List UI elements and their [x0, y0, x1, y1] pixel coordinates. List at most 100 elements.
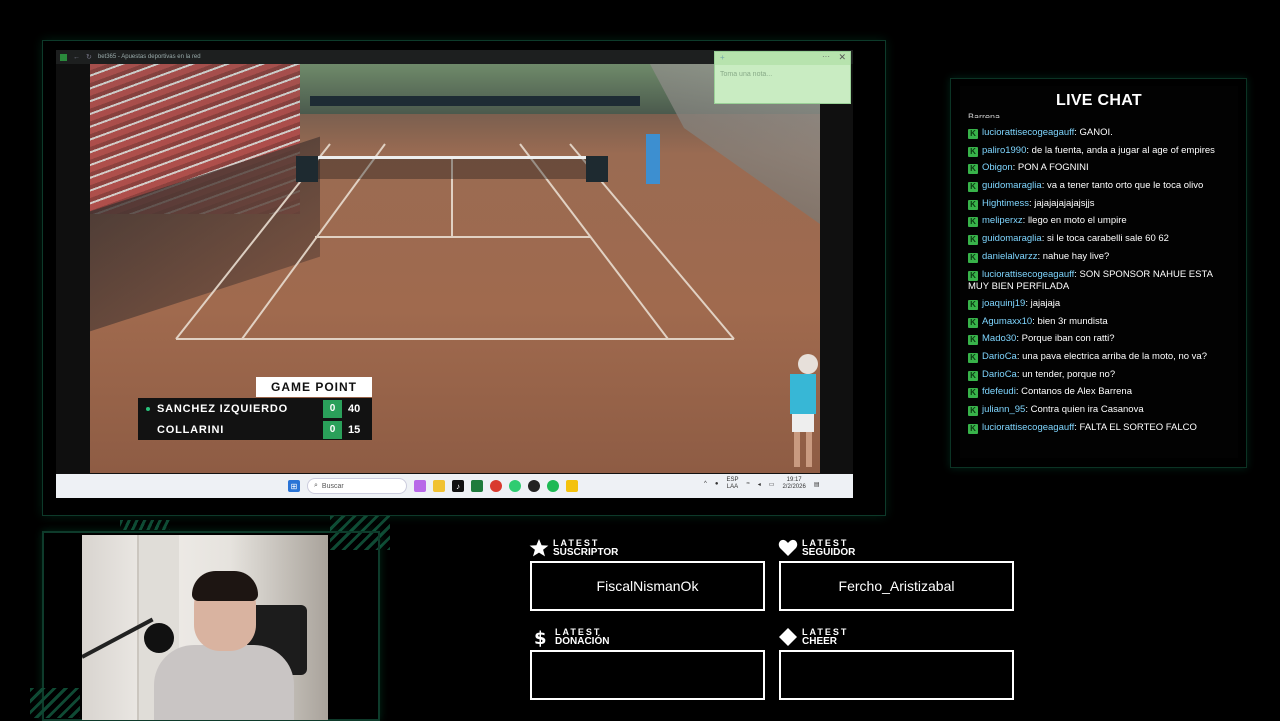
- bet365-icon[interactable]: [471, 480, 483, 492]
- close-icon[interactable]: ✕: [838, 52, 846, 63]
- add-note-icon[interactable]: +: [720, 53, 725, 62]
- tiktok-icon[interactable]: ♪: [452, 480, 464, 492]
- chat-username[interactable]: luciorattisecogeagauff: [982, 269, 1074, 280]
- chat-username[interactable]: luciorattisecogeagauff: [982, 127, 1074, 138]
- chat-message: K Hightimess: jajajajajajajsjjs: [968, 198, 1234, 210]
- svg-text:$: $: [534, 628, 547, 647]
- webcam-video: [82, 535, 328, 720]
- whatsapp-icon[interactable]: [509, 480, 521, 492]
- chat-text: Contanos de Alex Barrena: [1021, 386, 1132, 398]
- kick-badge-icon: K: [968, 235, 978, 246]
- kick-badge-icon: K: [968, 335, 978, 346]
- mic-icon[interactable]: ●: [715, 481, 719, 487]
- app-icon[interactable]: [528, 480, 540, 492]
- kick-badge-icon: K: [968, 299, 978, 310]
- chevron-up-icon[interactable]: ^: [704, 481, 707, 487]
- chat-text: Porque iban con ratti?: [1021, 333, 1115, 345]
- clock[interactable]: 19:17 2/2/2026: [782, 477, 805, 491]
- battery-icon[interactable]: ▭: [769, 481, 775, 488]
- chat-username[interactable]: Agumaxx10: [982, 316, 1032, 327]
- decor-stripes: [120, 520, 170, 530]
- latest-donacion-box: [530, 650, 765, 700]
- chat-username[interactable]: joaquinj19: [982, 298, 1025, 309]
- tab-title[interactable]: bet365 - Apuestas deportivas en la red: [98, 54, 201, 60]
- net-post-right: [586, 156, 608, 182]
- sticky-notes-icon[interactable]: [566, 480, 578, 492]
- chat-message: Kdanielalvarzz: nahue hay live?: [968, 251, 1234, 263]
- player-shirt: [790, 374, 816, 414]
- taskbar-search[interactable]: ⌕ Buscar: [307, 478, 407, 494]
- sticky-note[interactable]: + ··· ✕ Toma una nota...: [714, 51, 851, 104]
- net: [298, 159, 603, 179]
- chrome-icon[interactable]: [490, 480, 502, 492]
- chat-message: K Obigon: PON A FOGNINI: [968, 162, 1234, 175]
- chat-username[interactable]: DarioCa: [982, 369, 1017, 380]
- windows-icon[interactable]: ⊞: [288, 480, 300, 492]
- chat-title: LIVE CHAT: [1056, 92, 1142, 109]
- chat-username[interactable]: Hightimess: [982, 198, 1029, 209]
- chat-username[interactable]: paliro1990: [982, 145, 1026, 156]
- chat-username[interactable]: danielalvarzz: [982, 251, 1037, 262]
- sticky-note-header: + ··· ✕: [715, 52, 850, 65]
- notifications-icon[interactable]: ▤: [814, 481, 820, 488]
- back-icon[interactable]: ←: [73, 54, 80, 61]
- chat-message: K Mado30: Porque iban con ratti?: [968, 333, 1234, 346]
- chat-username[interactable]: guidomaraglia: [982, 233, 1042, 244]
- chat-text: jajajaja: [1030, 297, 1061, 309]
- kick-badge-icon: K: [968, 370, 978, 381]
- set-score: 0: [323, 420, 342, 439]
- game-point-label: GAME POINT: [256, 377, 372, 397]
- chat-username[interactable]: Obigon: [982, 162, 1013, 173]
- search-icon: ⌕: [314, 482, 318, 489]
- chat-text: FALTA EL SORTEO FALCO: [1079, 421, 1197, 433]
- player-head: [798, 354, 818, 374]
- chat-username[interactable]: meliperxz: [982, 215, 1023, 226]
- volume-icon[interactable]: ◂: [758, 481, 761, 488]
- latest-donacion-header: $ LATEST DONACIÓN: [531, 627, 610, 648]
- language-indicator[interactable]: ESP LAA: [726, 477, 738, 491]
- chat-message: Kguidomaraglia: va a tener tanto orto qu…: [968, 180, 1234, 193]
- serve-indicator-icon: [146, 428, 150, 432]
- latest-big-label: DONACIÓN: [555, 636, 610, 647]
- reload-icon[interactable]: ↻: [86, 53, 92, 61]
- chat-text: una pava electrica arriba de la moto, no…: [1022, 351, 1207, 363]
- chat-username[interactable]: guidomaraglia: [982, 180, 1042, 191]
- kick-badge-icon: K: [968, 406, 978, 417]
- chat-username[interactable]: juliann_95: [982, 404, 1025, 415]
- chat-username[interactable]: Mado30: [982, 333, 1016, 344]
- net-post-left: [296, 156, 318, 182]
- chat-text: Contra quien ira Casanova: [1030, 404, 1144, 416]
- latest-suscriptor-header: LATEST SUSCRIPTOR: [529, 538, 618, 558]
- wifi-icon[interactable]: ≈: [746, 481, 749, 487]
- kick-badge-icon: K: [968, 423, 978, 434]
- latest-suscriptor-box: FiscalNismanOk: [530, 561, 765, 611]
- video-letterbox-left: [56, 64, 90, 473]
- chat-username[interactable]: DarioCa: [982, 351, 1017, 362]
- kick-badge-icon: K: [968, 182, 978, 193]
- video-letterbox-right: [820, 64, 853, 473]
- chat-text: va a tener tanto orto que le toca olivo: [1046, 180, 1204, 192]
- player-leg: [794, 432, 800, 467]
- more-options-icon[interactable]: ···: [822, 52, 830, 61]
- dollar-icon: $: [534, 628, 547, 647]
- kick-badge-icon: K: [968, 129, 978, 139]
- latest-seguidor-box: Fercho_Aristizabal: [779, 561, 1014, 611]
- note-input[interactable]: Toma una nota...: [715, 65, 850, 84]
- chat-username[interactable]: fdefeudi: [982, 386, 1016, 397]
- chat-cut-line: Barrena: [968, 112, 1001, 118]
- latest-big-label: SEGUIDOR: [802, 547, 856, 558]
- taskbar: ⊞ ⌕ Buscar ♪ ^ ● ESP LAA ≈ ◂ ▭ 19:17 2/2/2…: [56, 474, 853, 498]
- folder-icon[interactable]: [433, 480, 445, 492]
- kick-badge-icon: K: [968, 146, 978, 157]
- chat-text: GANOI.: [1079, 127, 1113, 138]
- star-icon: [529, 539, 549, 557]
- chat-message: K Agumaxx10: bien 3r mundista: [968, 316, 1234, 328]
- chat-message: K DarioCa: una pava electrica arriba de l…: [968, 351, 1234, 364]
- chat-text: llego en moto el umpire: [1027, 215, 1127, 227]
- copilot-icon[interactable]: [414, 480, 426, 492]
- chat-username[interactable]: luciorattisecogeagauff: [982, 422, 1074, 433]
- search-placeholder: Buscar: [321, 482, 344, 490]
- chat-message: Kpaliro1990: de la fuenta, anda a jugar …: [968, 145, 1234, 157]
- latest-cheer-header: LATEST CHEER: [778, 627, 848, 647]
- spotify-icon[interactable]: [547, 480, 559, 492]
